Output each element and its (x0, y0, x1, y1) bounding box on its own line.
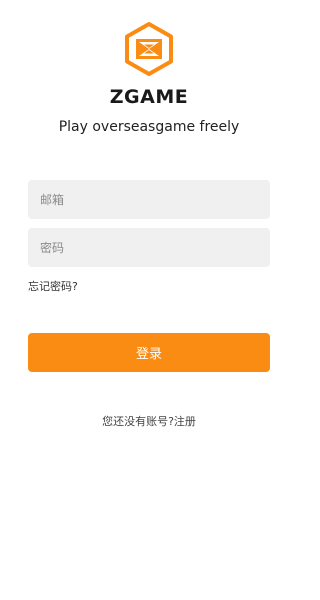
app-tagline: Play overseasgame freely (58, 119, 240, 135)
password-input[interactable] (28, 228, 270, 267)
signup-link[interactable]: 注册 (174, 415, 196, 428)
login-button[interactable]: 登录 (28, 333, 270, 372)
zgame-logo-icon (125, 22, 173, 76)
signup-prompt-text: 您还没有账号? (102, 415, 174, 428)
app-name: ZGAME (109, 86, 189, 108)
forgot-password-link[interactable]: 忘记密码? (28, 278, 78, 294)
login-screen: ZGAME Play overseasgame freely 忘记密码? 登录 … (0, 0, 298, 600)
email-input[interactable] (28, 180, 270, 219)
signup-prompt-row: 您还没有账号?注册 (0, 413, 298, 429)
